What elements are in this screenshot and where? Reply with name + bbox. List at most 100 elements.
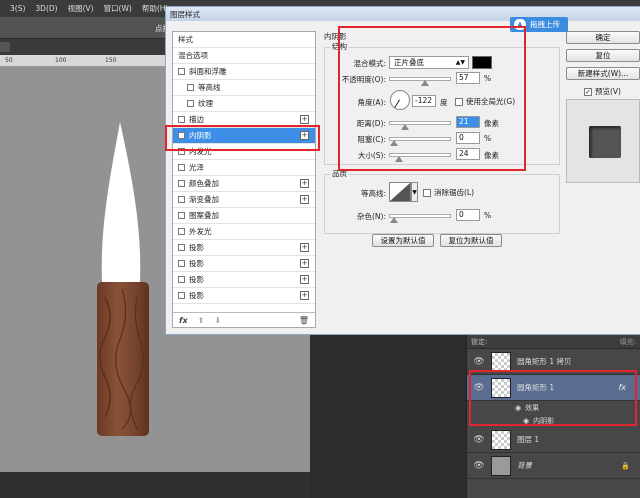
- style-checkbox[interactable]: [187, 100, 194, 107]
- preview-swatch: [589, 126, 621, 158]
- blend-options-label: 混合选项: [178, 51, 208, 60]
- contour-picker[interactable]: [389, 182, 411, 202]
- style-checkbox[interactable]: [178, 292, 185, 299]
- document-tab-bar: [0, 39, 165, 55]
- style-item[interactable]: 光泽: [173, 160, 315, 176]
- fx-icon[interactable]: fx: [179, 316, 188, 325]
- highlight-inner-shadow-item: [165, 125, 320, 151]
- dialog-title-bar[interactable]: 图层样式: [166, 7, 640, 21]
- fill-label: 填充:: [619, 337, 636, 346]
- style-checkbox[interactable]: [178, 116, 185, 123]
- preview-label: 预览(V): [595, 87, 621, 96]
- move-up-icon[interactable]: ⬆: [198, 316, 205, 325]
- style-item[interactable]: 投影 +: [173, 256, 315, 272]
- checkbox-box[interactable]: ✓: [584, 87, 592, 96]
- style-item-label: 投影: [189, 291, 204, 300]
- antialias-label: 消除锯齿(L): [434, 188, 475, 197]
- style-item[interactable]: 颜色叠加 +: [173, 176, 315, 192]
- visibility-eye-icon[interactable]: 👁: [467, 435, 491, 445]
- contour-dropdown-arrow[interactable]: ▼: [411, 182, 418, 202]
- style-checkbox[interactable]: [178, 244, 185, 251]
- noise-label: 杂色(N):: [357, 212, 386, 221]
- style-checkbox[interactable]: [178, 196, 185, 203]
- antialias-checkbox[interactable]: 消除锯齿(L): [423, 187, 474, 198]
- layer-name: 圆角矩形 1 拷贝: [517, 357, 572, 366]
- highlight-inner-shadow-settings: [338, 26, 526, 171]
- document-tab[interactable]: [0, 42, 10, 52]
- style-item[interactable]: 投影 +: [173, 272, 315, 288]
- style-checkbox[interactable]: [178, 260, 185, 267]
- style-checkbox[interactable]: [178, 228, 185, 235]
- ruler-mark: 150: [105, 57, 117, 64]
- layers-lock-row: 锁定: 填充:: [467, 335, 640, 349]
- style-item-label: 外发光: [189, 227, 212, 236]
- reset-button[interactable]: 复位: [566, 49, 640, 62]
- menu-item-3d[interactable]: 3D(D): [35, 4, 57, 13]
- style-item-label: 纹理: [198, 99, 213, 108]
- style-item-label: 斜面和浮雕: [189, 67, 227, 76]
- style-item-label: 颜色叠加: [189, 179, 219, 188]
- style-item[interactable]: 纹理: [173, 96, 315, 112]
- add-instance-icon[interactable]: +: [300, 115, 309, 124]
- checkbox-box[interactable]: [423, 188, 431, 197]
- add-instance-icon[interactable]: +: [300, 259, 309, 268]
- workspace-bg: [310, 335, 466, 498]
- noise-slider[interactable]: [389, 214, 451, 223]
- style-preview: [566, 99, 640, 183]
- styles-header[interactable]: 样式: [173, 32, 315, 48]
- style-item-label: 投影: [189, 275, 204, 284]
- set-default-button[interactable]: 设置为默认值: [372, 234, 434, 247]
- style-checkbox[interactable]: [178, 68, 185, 75]
- layer-thumbnail: [491, 429, 511, 450]
- add-instance-icon[interactable]: +: [300, 291, 309, 300]
- menu-item-view[interactable]: 视图(V): [68, 3, 94, 14]
- style-item[interactable]: 等高线: [173, 80, 315, 96]
- add-instance-icon[interactable]: +: [300, 243, 309, 252]
- style-item-label: 等高线: [198, 83, 221, 92]
- visibility-eye-icon[interactable]: 👁: [467, 357, 491, 367]
- style-checkbox[interactable]: [178, 180, 185, 187]
- layer-thumbnail: [491, 455, 511, 476]
- style-item[interactable]: 投影 +: [173, 288, 315, 304]
- layer-row[interactable]: 👁 图层 1: [467, 427, 640, 453]
- styles-list: 样式 混合选项 斜面和浮雕 等高线 纹理 描边 + ✓ 内阴影 + 内发光 光泽 颜色叠加 + 渐变叠加…: [172, 31, 316, 328]
- slider-knob[interactable]: [390, 217, 398, 223]
- style-item[interactable]: 图案叠加: [173, 208, 315, 224]
- style-item-label: 光泽: [189, 163, 204, 172]
- knife-blade: [101, 122, 141, 282]
- menu-item-window[interactable]: 窗口(W): [104, 3, 132, 14]
- style-item-label: 图案叠加: [189, 211, 219, 220]
- style-item[interactable]: 斜面和浮雕: [173, 64, 315, 80]
- status-bar: [0, 472, 310, 498]
- ok-button[interactable]: 确定: [566, 31, 640, 44]
- blend-options-item[interactable]: 混合选项: [173, 48, 315, 64]
- dialog-title: 图层样式: [170, 9, 200, 19]
- layer-name: 图层 1: [517, 435, 540, 444]
- style-item[interactable]: 投影 +: [173, 240, 315, 256]
- noise-unit: %: [484, 211, 492, 220]
- ruler-mark: 50: [5, 57, 13, 64]
- reset-default-button[interactable]: 复位为默认值: [440, 234, 502, 247]
- background-layer-row[interactable]: 👁 背景 🔒: [467, 453, 640, 479]
- horizontal-ruler: 50 100 150: [0, 55, 165, 67]
- style-checkbox[interactable]: [178, 164, 185, 171]
- visibility-eye-icon[interactable]: 👁: [467, 461, 491, 471]
- style-item-label: 渐变叠加: [189, 195, 219, 204]
- style-checkbox[interactable]: [178, 212, 185, 219]
- style-item[interactable]: 外发光: [173, 224, 315, 240]
- style-item-label: 投影: [189, 243, 204, 252]
- layer-name: 背景: [517, 461, 532, 470]
- menu-item-3[interactable]: 3(S): [10, 4, 25, 13]
- style-item[interactable]: 渐变叠加 +: [173, 192, 315, 208]
- style-checkbox[interactable]: [178, 276, 185, 283]
- preview-checkbox[interactable]: ✓ 预览(V): [584, 86, 621, 97]
- add-instance-icon[interactable]: +: [300, 275, 309, 284]
- add-instance-icon[interactable]: +: [300, 195, 309, 204]
- new-style-button[interactable]: 新建样式(W)...: [566, 67, 640, 80]
- add-instance-icon[interactable]: +: [300, 179, 309, 188]
- noise-input[interactable]: 0: [456, 209, 480, 221]
- style-checkbox[interactable]: [187, 84, 194, 91]
- move-down-icon[interactable]: ⬇: [214, 316, 221, 325]
- trash-icon[interactable]: 🗑: [299, 316, 309, 325]
- knife-handle: [97, 282, 149, 436]
